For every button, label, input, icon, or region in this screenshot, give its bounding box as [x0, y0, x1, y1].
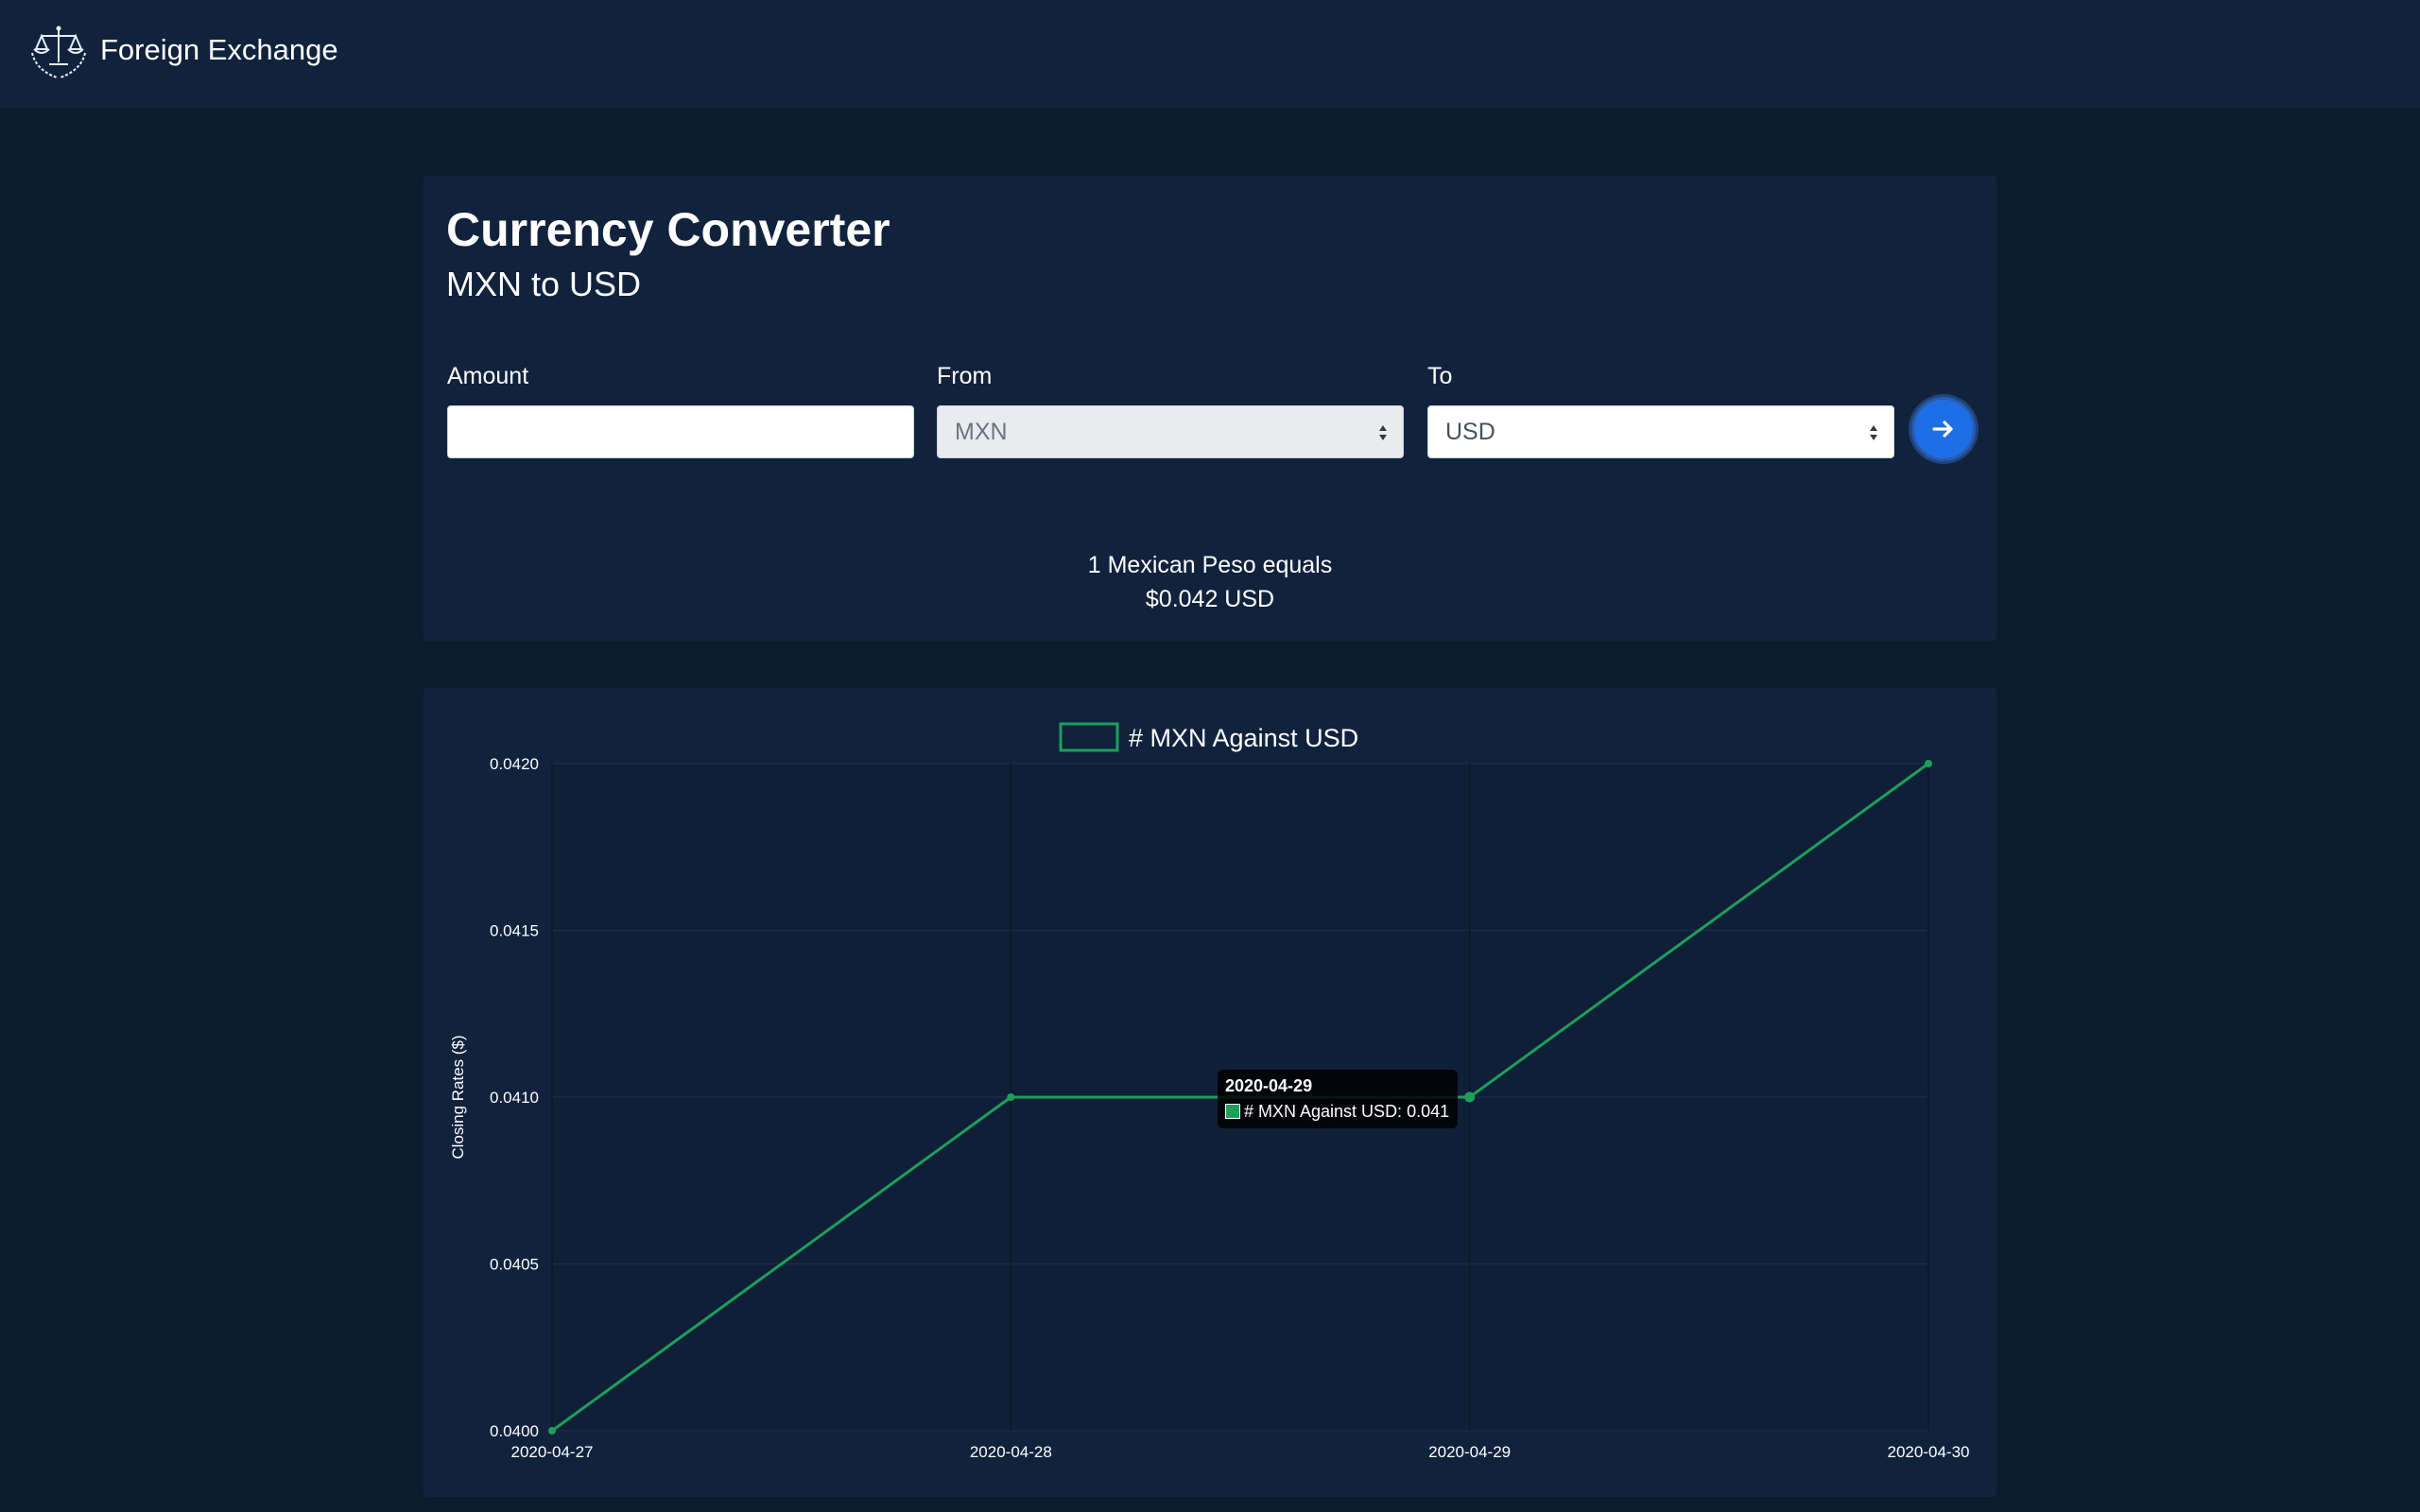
x-tick-label: 2020-04-29 — [1428, 1443, 1511, 1461]
rate-line-chart: 0.0420 0.0415 0.0410 0.0405 0.0400 2020-04-27… — [449, 722, 1970, 1461]
conversion-result-description: 1 Mexican Peso equals — [1087, 552, 1333, 578]
convert-button[interactable] — [1911, 397, 1976, 461]
chart-tooltip: 2020-04-29 # MXN Against USD: 0.041 — [1218, 1070, 1458, 1128]
y-tick-label: 0.0415 — [490, 922, 539, 940]
to-currency-select[interactable]: USD — [1427, 405, 1894, 458]
select-arrows-icon — [1870, 425, 1877, 440]
data-point — [548, 1427, 556, 1435]
conversion-pair-subtitle: MXN to USD — [446, 265, 642, 303]
from-currency-value: MXN — [955, 419, 1008, 445]
to-currency-value: USD — [1445, 419, 1495, 445]
conversion-result-value: $0.042 USD — [1145, 586, 1275, 612]
tooltip-row: # MXN Against USD: 0.041 — [1225, 1101, 1449, 1122]
y-tick-label: 0.0400 — [490, 1422, 539, 1440]
scales-of-justice-icon[interactable] — [28, 25, 89, 81]
x-tick-label: 2020-04-28 — [970, 1443, 1052, 1461]
x-tick-label: 2020-04-27 — [511, 1443, 594, 1461]
y-axis-label: Closing Rates ($) — [449, 1035, 467, 1159]
to-label: To — [1427, 363, 1453, 389]
legend-label: # MXN Against USD — [1129, 724, 1358, 752]
data-point — [1925, 760, 1932, 767]
y-tick-label: 0.0410 — [490, 1089, 539, 1107]
data-point — [1464, 1091, 1476, 1103]
arrow-right-icon — [1932, 421, 1953, 438]
chart-card: 0.0420 0.0415 0.0410 0.0405 0.0400 2020-04-27… — [424, 688, 1996, 1497]
tooltip-swatch — [1225, 1104, 1240, 1119]
y-tick-label: 0.0405 — [490, 1256, 539, 1274]
from-currency-select[interactable]: MXN — [937, 405, 1404, 458]
from-label: From — [937, 363, 993, 389]
data-point — [1007, 1093, 1015, 1101]
brand-title[interactable]: Foreign Exchange — [100, 31, 338, 69]
select-arrows-icon — [1379, 425, 1387, 440]
tooltip-text: # MXN Against USD: 0.041 — [1244, 1102, 1450, 1121]
page-title: Currency Converter — [446, 203, 890, 256]
y-tick-label: 0.0420 — [490, 755, 539, 773]
x-tick-label: 2020-04-30 — [1888, 1443, 1970, 1461]
tooltip-title: 2020-04-29 — [1225, 1076, 1313, 1095]
converter-card: Currency Converter MXN to USD Amount Fro… — [424, 176, 1996, 641]
legend-swatch — [1059, 722, 1119, 752]
top-navbar: Foreign Exchange — [0, 0, 2420, 108]
amount-label: Amount — [447, 363, 529, 389]
amount-input[interactable] — [447, 405, 914, 458]
